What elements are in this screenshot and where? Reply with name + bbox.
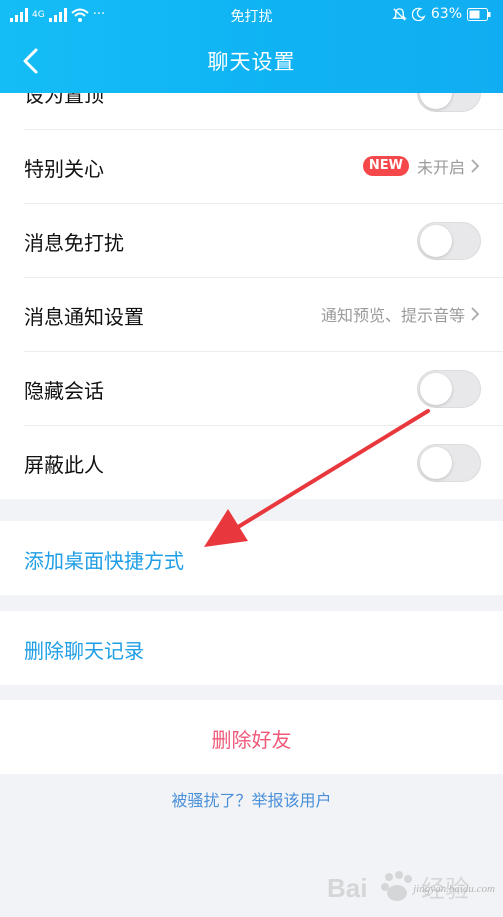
bell-muted-icon	[392, 7, 407, 21]
battery-icon	[467, 7, 491, 21]
block-toggle[interactable]	[417, 444, 481, 482]
history-section: 删除聊天记录	[0, 611, 503, 685]
setting-value-group: 通知预览、提示音等	[321, 302, 481, 326]
status-right: 63%	[392, 6, 491, 22]
nav-bar: 聊天设置	[0, 32, 503, 90]
clear-history-link[interactable]: 删除聊天记录	[24, 635, 144, 664]
setting-row-hide-chat[interactable]: 隐藏会话	[24, 352, 503, 426]
hide-chat-toggle[interactable]	[417, 370, 481, 408]
setting-row-pin[interactable]: 设为置顶	[24, 93, 503, 130]
setting-label: 特别关心	[24, 157, 104, 181]
delete-friend-section: 删除好友	[0, 700, 503, 774]
settings-content: 设为置顶 特别关心 NEW 未开启 消息免打扰 消息通知设置 通知预览、提示音等	[0, 93, 503, 917]
page-title: 聊天设置	[207, 50, 296, 74]
setting-label: 隐藏会话	[24, 379, 104, 403]
setting-label: 设为置顶	[24, 93, 104, 107]
delete-friend-row[interactable]: 删除好友	[0, 700, 503, 774]
moon-icon	[411, 7, 426, 21]
setting-label: 消息通知设置	[24, 305, 144, 329]
chevron-right-icon	[471, 159, 480, 173]
settings-section-main: 设为置顶 特别关心 NEW 未开启 消息免打扰 消息通知设置 通知预览、提示音等	[0, 93, 503, 499]
setting-label: 消息免打扰	[24, 231, 124, 255]
toggle-knob	[420, 225, 452, 257]
watermark-site: jingyan.baidu.com	[413, 883, 495, 895]
setting-row-notification[interactable]: 消息通知设置 通知预览、提示音等	[24, 278, 503, 352]
clear-history-row[interactable]: 删除聊天记录	[0, 611, 503, 685]
add-shortcut-link[interactable]: 添加桌面快捷方式	[24, 545, 184, 574]
toggle-knob	[420, 373, 452, 405]
pin-toggle[interactable]	[417, 93, 481, 112]
new-badge: NEW	[362, 156, 409, 176]
chevron-right-icon	[471, 307, 480, 321]
status-bar: 4G ··· 免打扰 63%	[0, 0, 503, 32]
setting-row-block[interactable]: 屏蔽此人	[24, 426, 503, 499]
delete-friend-button[interactable]: 删除好友	[0, 724, 503, 753]
do-not-disturb-toggle[interactable]	[417, 222, 481, 260]
report-user-link[interactable]: 被骚扰了？举报该用户	[0, 787, 503, 811]
shortcut-section: 添加桌面快捷方式	[0, 521, 503, 595]
setting-value: 通知预览、提示音等	[320, 306, 465, 325]
setting-row-do-not-disturb[interactable]: 消息免打扰	[24, 204, 503, 278]
setting-value-group: NEW 未开启	[362, 154, 481, 178]
app-header: 4G ··· 免打扰 63% 聊天设置	[0, 0, 503, 93]
setting-label: 屏蔽此人	[24, 453, 104, 477]
battery-percent: 63%	[430, 6, 462, 22]
setting-value: 未开启	[416, 158, 465, 177]
add-shortcut-row[interactable]: 添加桌面快捷方式	[0, 521, 503, 595]
toggle-knob	[420, 93, 452, 109]
svg-text:Bai: Bai	[327, 873, 367, 903]
setting-row-special-care[interactable]: 特别关心 NEW 未开启	[24, 130, 503, 204]
toggle-knob	[420, 447, 452, 479]
